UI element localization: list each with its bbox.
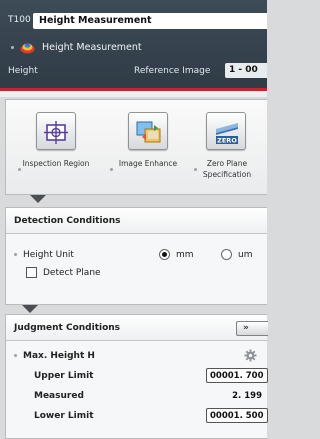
panel-pointer-arrow [22, 305, 38, 313]
inspection-region-button[interactable] [36, 112, 76, 150]
max-height-label: Max. Height H [23, 351, 95, 361]
detect-plane-label: Detect Plane [43, 268, 101, 278]
judgment-conditions-title: Judgment Conditions [14, 323, 121, 333]
measurement-type-label: Height [8, 66, 38, 76]
upper-limit-input[interactable]: 00001. 700 [206, 368, 268, 383]
bullet-icon [11, 46, 14, 49]
reference-image-select[interactable]: 1 - 00 [225, 63, 267, 78]
gear-icon[interactable] [244, 349, 257, 362]
detection-conditions-panel: Detection Conditions Height Unit mm um D… [5, 207, 267, 305]
tool-type-row: Height Measurement [0, 40, 267, 56]
lower-limit-row: Lower Limit 00001. 500 [6, 407, 268, 425]
svg-text:ZERO: ZERO [217, 137, 237, 145]
unit-um-radio[interactable] [221, 249, 232, 260]
inspection-region-icon [44, 121, 68, 144]
image-enhance-icon [136, 121, 161, 143]
image-enhance-button[interactable] [128, 112, 168, 150]
height-unit-label: Height Unit [23, 250, 74, 260]
unit-mm-radio[interactable] [159, 249, 170, 260]
detection-conditions-title: Detection Conditions [14, 216, 121, 226]
reference-image-label: Reference Image [134, 66, 211, 76]
detect-plane-row: Detect Plane [6, 264, 268, 282]
zero-plane-button[interactable]: ZERO [206, 112, 246, 150]
upper-limit-row: Upper Limit 00001. 700 [6, 367, 268, 385]
image-enhance-caption: Image Enhance [118, 159, 178, 168]
detection-conditions-header: Detection Conditions [6, 208, 267, 234]
zero-plane-caption: Zero Plane Specification [202, 159, 252, 179]
setup-icon-panel: Inspection Region Image Enhance ZERO Zer… [5, 99, 267, 195]
tool-id: T100 [8, 15, 31, 25]
unit-mm-label: mm [176, 250, 194, 260]
zero-plane-icon: ZERO [216, 123, 238, 145]
tool-type-label: Height Measurement [42, 42, 142, 53]
measured-label: Measured [34, 391, 84, 401]
expand-button[interactable]: » [236, 321, 268, 336]
panel-pointer-arrow [30, 195, 46, 203]
header-shadow [0, 91, 267, 97]
detect-plane-checkbox[interactable] [26, 267, 37, 278]
measured-value: 2. 199 [232, 391, 262, 401]
measured-row: Measured 2. 199 [6, 387, 268, 405]
reference-row: Height Reference Image 1 - 00 [0, 61, 267, 79]
height-unit-row: Height Unit mm um [6, 246, 268, 264]
unit-um-label: um [238, 250, 253, 260]
upper-limit-label: Upper Limit [34, 371, 94, 381]
bullet-icon [14, 253, 17, 256]
tool-name-field[interactable]: Height Measurement [33, 13, 267, 29]
inspection-region-caption: Inspection Region [22, 159, 90, 168]
bullet-icon [14, 354, 17, 357]
judgment-conditions-panel: Judgment Conditions » Max. Height H Uppe… [5, 314, 268, 439]
lower-limit-label: Lower Limit [34, 411, 94, 421]
tool-header: T100 Height Measurement Height Measureme… [0, 0, 267, 88]
max-height-row: Max. Height H [6, 347, 268, 365]
lower-limit-input[interactable]: 00001. 500 [206, 408, 268, 423]
height-measurement-icon [20, 43, 35, 54]
judgment-conditions-header: Judgment Conditions » [6, 315, 268, 341]
tool-title-row: T100 Height Measurement [0, 12, 267, 30]
